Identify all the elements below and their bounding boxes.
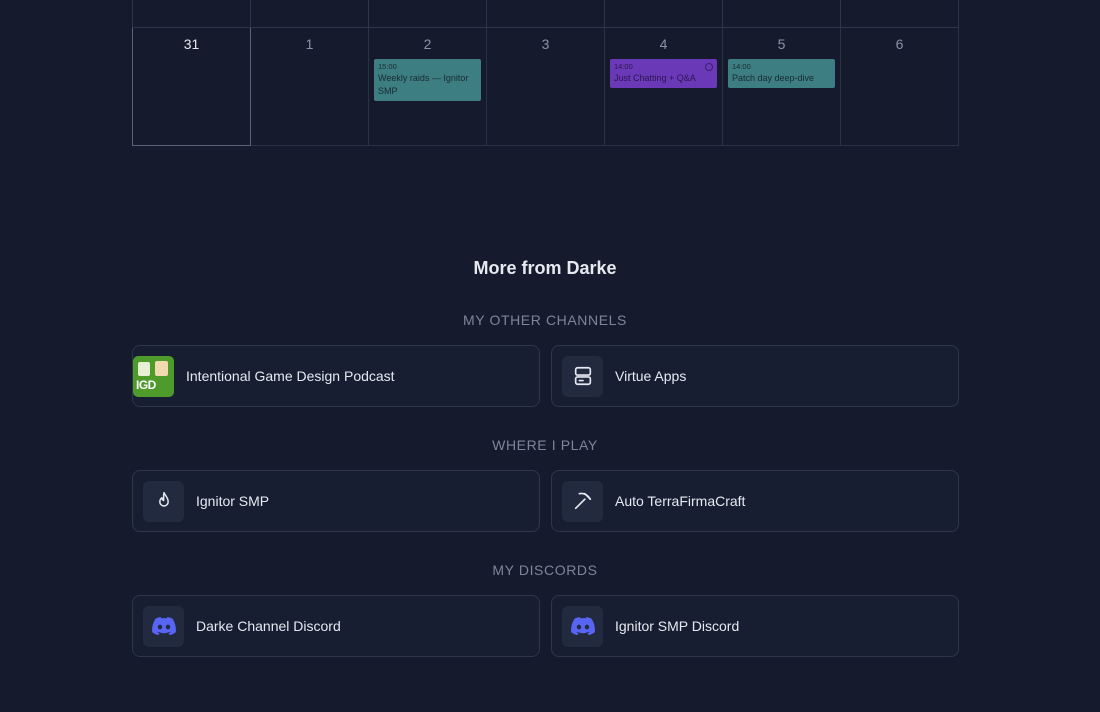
pickaxe-icon xyxy=(562,480,603,522)
calendar-day[interactable]: 4 14:00 Just Chatting + Q&A xyxy=(605,28,723,146)
card-label: Ignitor SMP Discord xyxy=(615,618,740,634)
calendar-grid: 31 1 2 15:00 Weekly raids — Ignitor SMP … xyxy=(132,0,959,146)
event-title: Patch day deep-dive xyxy=(732,73,815,83)
calendar-previous-week-row xyxy=(132,0,959,28)
day-number: 5 xyxy=(777,36,786,52)
day-number: 3 xyxy=(541,36,550,52)
card-label: Darke Channel Discord xyxy=(196,618,341,634)
group-label-discords: MY DISCORDS xyxy=(492,562,598,578)
link-card-auto-terrafirmacraft[interactable]: Auto TerraFirmaCraft xyxy=(551,470,959,532)
calendar-day[interactable]: 2 15:00 Weekly raids — Ignitor SMP xyxy=(369,28,487,146)
igd-podcast-logo: IGD xyxy=(133,355,174,397)
calendar-day[interactable]: 3 xyxy=(487,28,605,146)
event-time: 15:00 xyxy=(378,62,397,71)
event-title: Just Chatting + Q&A xyxy=(614,73,696,83)
calendar-cell[interactable] xyxy=(841,0,959,28)
event-time: 14:00 xyxy=(732,62,751,71)
link-card-ignitor-discord[interactable]: Ignitor SMP Discord xyxy=(551,595,959,657)
calendar-cell[interactable] xyxy=(605,0,723,28)
card-label: Virtue Apps xyxy=(615,368,687,384)
day-number: 31 xyxy=(183,36,200,52)
calendar-cell[interactable] xyxy=(132,0,251,28)
link-card-virtue-apps[interactable]: Virtue Apps xyxy=(551,345,959,407)
event-status-icon xyxy=(705,63,713,71)
day-number: 4 xyxy=(659,36,668,52)
card-label: Ignitor SMP xyxy=(196,493,270,509)
calendar-event[interactable]: 14:00 Patch day deep-dive xyxy=(728,59,835,88)
calendar-day[interactable]: 5 14:00 Patch day deep-dive xyxy=(723,28,841,146)
event-time: 14:00 xyxy=(614,62,633,71)
calendar-cell[interactable] xyxy=(251,0,369,28)
event-title: Weekly raids — Ignitor SMP xyxy=(378,73,469,96)
calendar-day[interactable]: 6 xyxy=(841,28,959,146)
server-icon xyxy=(562,355,603,397)
link-card-igd-podcast[interactable]: IGD Intentional Game Design Podcast xyxy=(132,345,540,407)
group-label-channels: MY OTHER CHANNELS xyxy=(463,312,627,328)
calendar-day-today[interactable]: 31 xyxy=(132,28,251,146)
discord-icon xyxy=(143,605,184,647)
calendar-event[interactable]: 14:00 Just Chatting + Q&A xyxy=(610,59,717,88)
group-label-where-i-play: WHERE I PLAY xyxy=(492,437,598,453)
day-number: 6 xyxy=(895,36,904,52)
link-card-ignitor-smp[interactable]: Ignitor SMP xyxy=(132,470,540,532)
calendar-event[interactable]: 15:00 Weekly raids — Ignitor SMP xyxy=(374,59,481,101)
flame-icon xyxy=(143,480,184,522)
calendar-cell[interactable] xyxy=(487,0,605,28)
discord-icon xyxy=(562,605,603,647)
day-number: 1 xyxy=(305,36,314,52)
day-number: 2 xyxy=(423,36,432,52)
calendar-day[interactable]: 1 xyxy=(251,28,369,146)
igd-logo-text: IGD xyxy=(136,377,156,392)
calendar-cell[interactable] xyxy=(369,0,487,28)
card-label: Auto TerraFirmaCraft xyxy=(615,493,746,509)
link-card-darke-discord[interactable]: Darke Channel Discord xyxy=(132,595,540,657)
card-label: Intentional Game Design Podcast xyxy=(186,368,395,384)
calendar-week-row: 31 1 2 15:00 Weekly raids — Ignitor SMP … xyxy=(132,28,959,146)
more-from-title: More from Darke xyxy=(473,258,617,278)
calendar-cell[interactable] xyxy=(723,0,841,28)
